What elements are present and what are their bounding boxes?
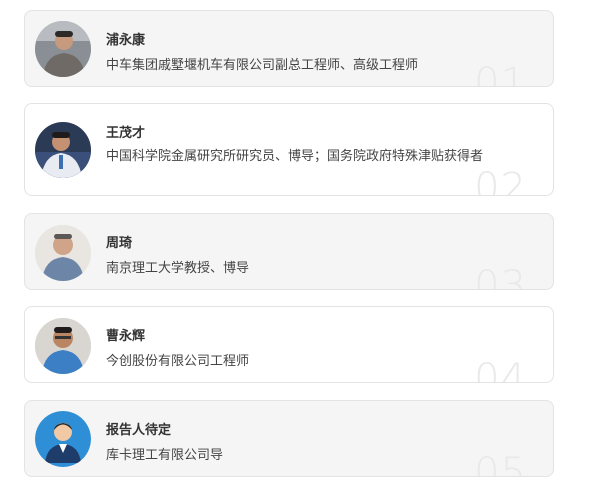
avatar <box>35 225 91 281</box>
speaker-title: 中国科学院金属研究所研究员、博导；国务院政府特殊津贴获得者 <box>106 149 484 164</box>
speaker-index: 03 <box>474 263 527 290</box>
speaker-title: 今创股份有限公司工程师 <box>106 354 250 369</box>
speaker-index: 02 <box>474 165 527 196</box>
avatar <box>35 318 91 374</box>
speaker-title: 中车集团戚墅堰机车有限公司副总工程师、高级工程师 <box>106 58 419 73</box>
avatar-placeholder-icon <box>35 411 91 467</box>
speaker-name: 曹永辉 <box>106 329 146 344</box>
speaker-card[interactable]: 浦永康 中车集团戚墅堰机车有限公司副总工程师、高级工程师 01 <box>24 10 554 87</box>
speaker-name: 报告人待定 <box>106 423 172 438</box>
speaker-title: 南京理工大学教授、博导 <box>106 261 250 276</box>
avatar <box>35 122 91 178</box>
speaker-index: 04 <box>474 356 527 383</box>
avatar <box>35 21 91 77</box>
speaker-index: 05 <box>474 450 527 477</box>
speaker-index: 01 <box>474 60 527 87</box>
speaker-name: 王茂才 <box>106 126 146 141</box>
speaker-title: 库卡理工有限公司导 <box>106 448 224 463</box>
speaker-name: 浦永康 <box>106 33 146 48</box>
speaker-card[interactable]: 周琦 南京理工大学教授、博导 03 <box>24 213 554 290</box>
speaker-card[interactable]: 曹永辉 今创股份有限公司工程师 04 <box>24 306 554 383</box>
speaker-name: 周琦 <box>106 236 133 251</box>
speaker-card[interactable]: 王茂才 中国科学院金属研究所研究员、博导；国务院政府特殊津贴获得者 02 <box>24 103 554 196</box>
speaker-card[interactable]: 报告人待定 库卡理工有限公司导 05 <box>24 400 554 477</box>
